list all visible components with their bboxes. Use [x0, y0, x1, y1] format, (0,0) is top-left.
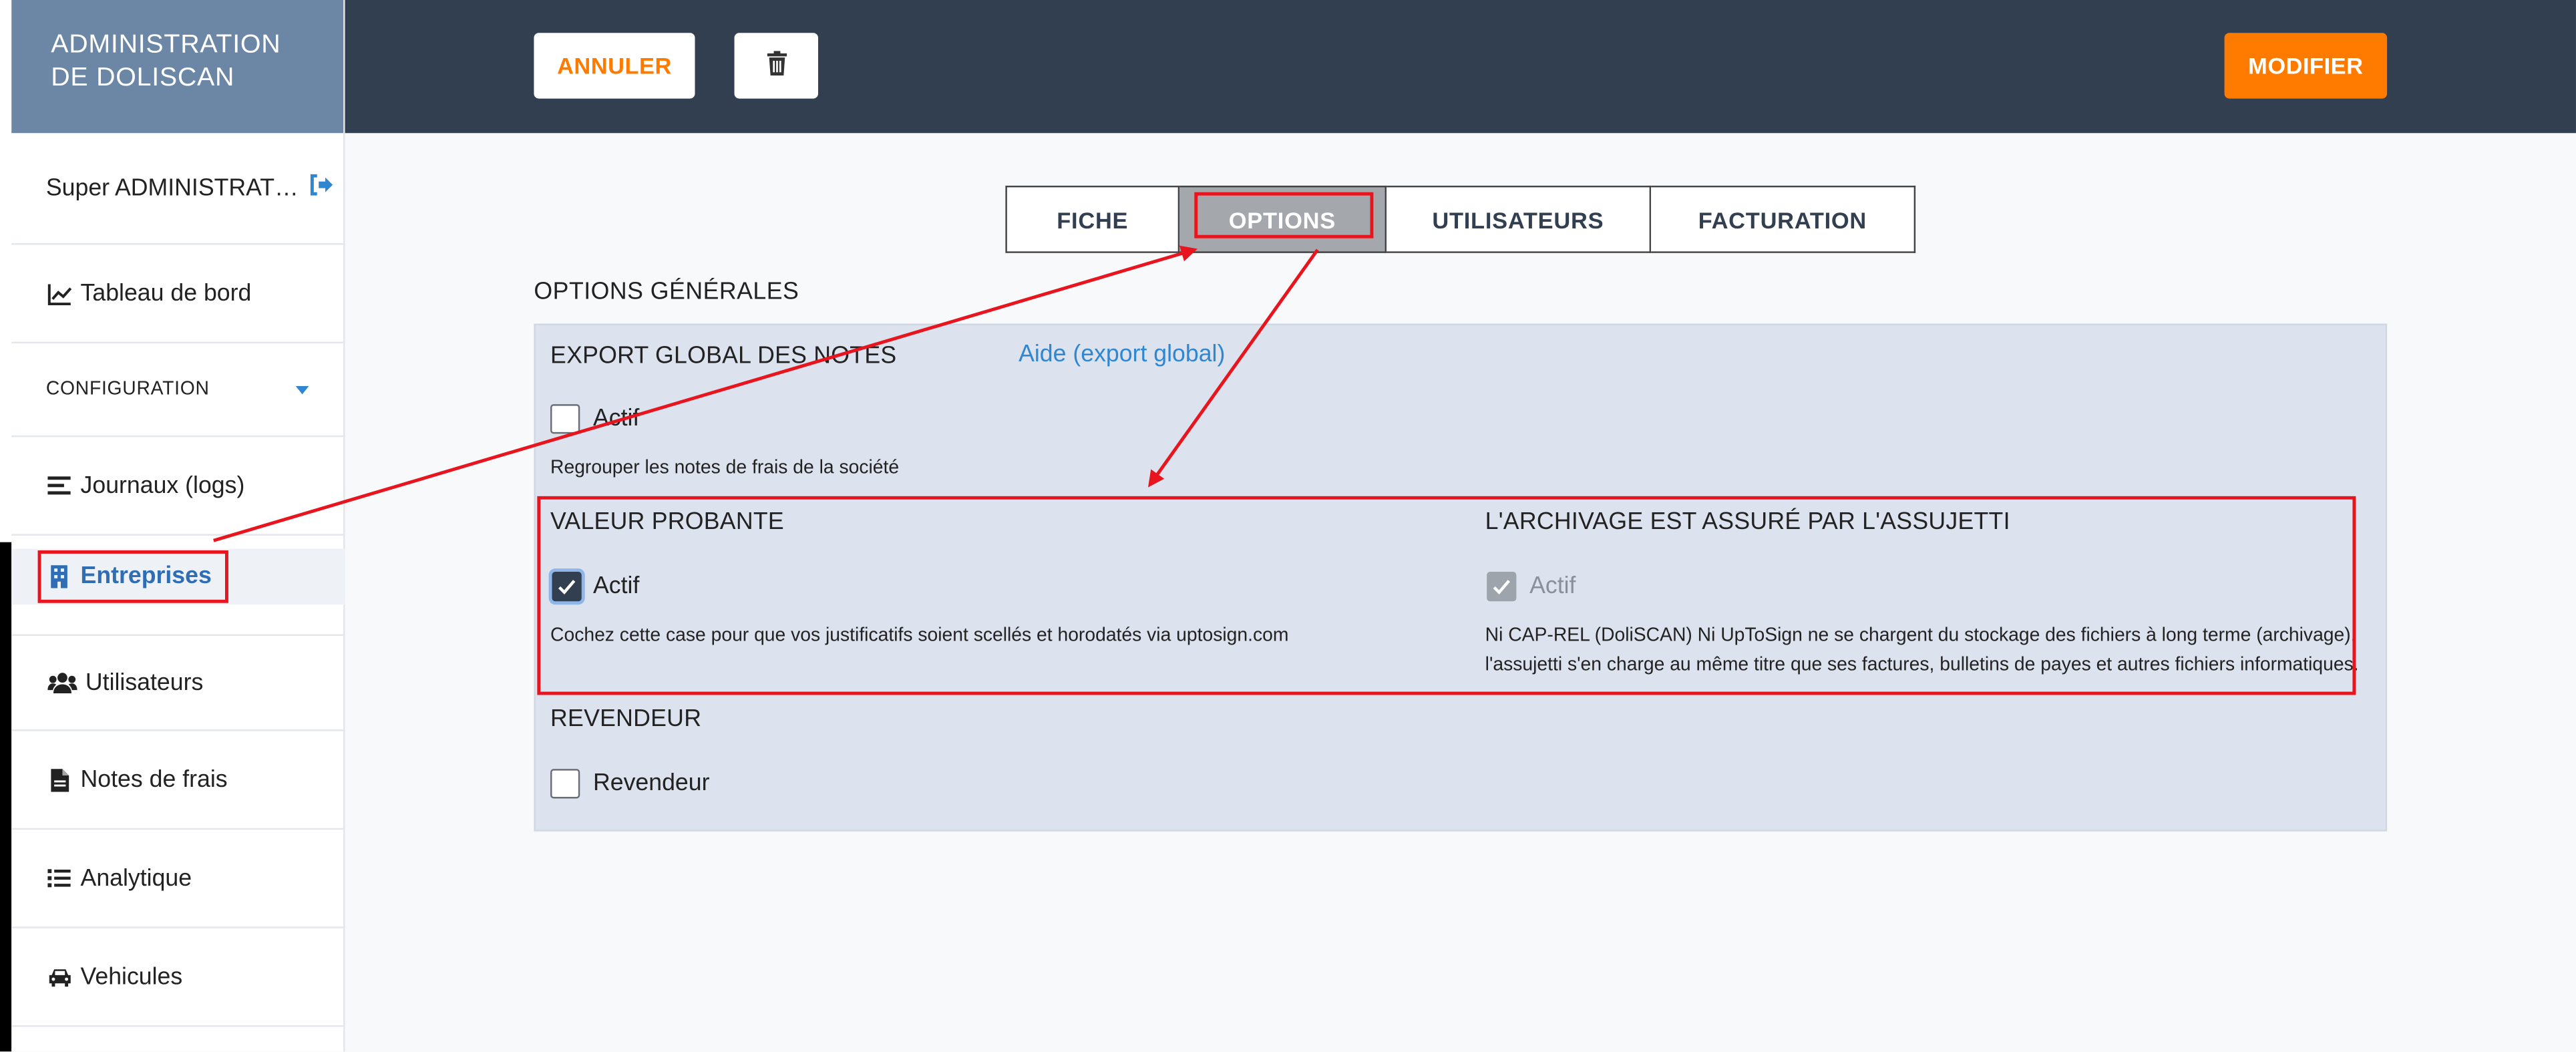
section-title: OPTIONS GÉNÉRALES	[534, 279, 799, 306]
export-checkbox[interactable]	[550, 404, 580, 434]
left-edge-strip	[0, 0, 12, 1052]
list-icon	[46, 472, 72, 498]
chart-line-icon	[46, 280, 72, 306]
valeur-title: VALEUR PROBANTE	[550, 509, 784, 536]
tab-utilisateurs[interactable]: UTILISATEURS	[1387, 185, 1652, 253]
sidebar-item-label: Tableau de bord	[80, 280, 252, 307]
chevron-down-icon	[295, 385, 309, 394]
sidebar-item-utilisateurs[interactable]: Utilisateurs	[11, 634, 345, 731]
sidebar-item-dashboard[interactable]: Tableau de bord	[11, 245, 345, 344]
sidebar-item-entreprises[interactable]: Entreprises	[11, 548, 345, 605]
sidebar-item-logs[interactable]: Journaux (logs)	[11, 437, 345, 536]
archivage-checkbox[interactable]	[1487, 572, 1517, 602]
export-help-link[interactable]: Aide (export global)	[1019, 342, 1225, 368]
sidebar-item-configuration[interactable]: CONFIGURATION	[11, 343, 345, 437]
sidebar-item-label: Utilisateurs	[85, 669, 204, 696]
archivage-title: L'ARCHIVAGE EST ASSURÉ PAR L'ASSUJETTI	[1485, 509, 2010, 536]
app-window: ADMINISTRATION DE DOLISCAN Super ADMINIS…	[0, 0, 2576, 1052]
delete-button[interactable]	[734, 33, 818, 99]
modify-button[interactable]: MODIFIER	[2224, 33, 2388, 99]
revendeur-checkbox[interactable]	[550, 769, 580, 799]
archivage-description-line1: Ni CAP-REL (DoliSCAN) Ni UpToSign ne se …	[1485, 626, 2356, 646]
sidebar-item-label: Analytique	[80, 865, 192, 892]
tab-facturation[interactable]: FACTURATION	[1651, 185, 1916, 253]
top-toolbar: ANNULER MODIFIER	[345, 0, 2576, 134]
export-checkbox-label: Actif	[592, 405, 640, 432]
tab-bar: FICHE OPTIONS UTILISATEURS FACTURATION	[1005, 185, 1916, 253]
check-icon	[558, 580, 576, 595]
list-bullets-icon	[46, 865, 72, 891]
document-icon	[46, 766, 72, 792]
car-icon	[46, 964, 72, 990]
sidebar-user[interactable]: Super ADMINISTRAT…	[11, 133, 345, 245]
valeur-checkbox[interactable]	[552, 572, 582, 602]
sidebar-item-label: Entreprises	[80, 563, 212, 590]
sidebar-item-analytique[interactable]: Analytique	[11, 830, 345, 928]
cancel-button[interactable]: ANNULER	[534, 33, 695, 99]
building-icon	[46, 564, 72, 590]
revendeur-title: REVENDEUR	[550, 706, 702, 733]
tab-fiche[interactable]: FICHE	[1005, 185, 1180, 253]
sidebar-item-notes-de-frais[interactable]: Notes de frais	[11, 731, 345, 830]
sidebar-title-text: ADMINISTRATION DE DOLISCAN	[51, 31, 281, 92]
export-title: EXPORT GLOBAL DES NOTES	[550, 343, 897, 370]
revendeur-checkbox-label: Revendeur	[592, 770, 710, 798]
check-icon	[1493, 580, 1511, 595]
user-name: Super ADMINISTRAT…	[45, 174, 299, 202]
sidebar-item-label: Journaux (logs)	[80, 472, 245, 499]
archivage-description-line2: l'assujetti s'en charge au même titre qu…	[1485, 655, 2359, 675]
logout-icon[interactable]	[309, 174, 333, 202]
left-edge-dark	[0, 542, 12, 1052]
export-description: Regrouper les notes de frais de la socié…	[550, 458, 900, 478]
options-panel: EXPORT GLOBAL DES NOTES Aide (export glo…	[534, 323, 2388, 832]
sidebar-item-label: CONFIGURATION	[45, 379, 210, 399]
trash-icon	[766, 51, 787, 80]
sidebar: ADMINISTRATION DE DOLISCAN Super ADMINIS…	[11, 0, 345, 1052]
users-icon	[46, 669, 77, 695]
sidebar-item-label: Vehicules	[80, 963, 183, 991]
sidebar-item-label: Notes de frais	[80, 766, 228, 793]
sidebar-item-vehicules[interactable]: Vehicules	[11, 928, 345, 1027]
tab-options[interactable]: OPTIONS	[1179, 185, 1387, 253]
valeur-description: Cochez cette case pour que vos justifica…	[550, 626, 1289, 646]
archivage-checkbox-label: Actif	[1529, 573, 1576, 600]
sidebar-title: ADMINISTRATION DE DOLISCAN	[11, 0, 344, 134]
valeur-checkbox-label: Actif	[592, 573, 640, 600]
